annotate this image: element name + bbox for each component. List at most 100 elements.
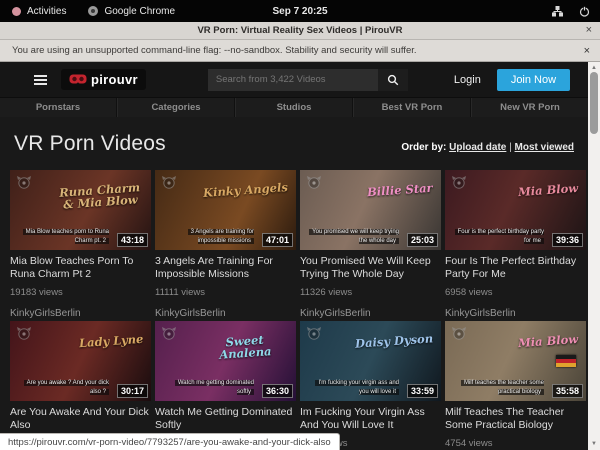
video-title-link[interactable]: Watch Me Getting Dominated Softly [155,406,296,431]
studio-link[interactable]: KinkyGirlsBerlin [155,308,296,319]
thumbnail-overlay-name: Mia Blow [517,182,578,198]
nav-item-best-vr-porn[interactable]: Best VR Porn [353,98,471,117]
search-icon [387,74,399,86]
thumbnail-caption: You promised we will keep trying the who… [306,228,399,246]
search-button[interactable] [378,69,408,91]
video-card: Sweet Analena Watch me getting dominated… [155,321,296,450]
vr-goggles-icon [69,74,87,85]
video-thumbnail[interactable]: Mia Blow Milf teaches the teacher some p… [445,321,586,401]
screen: Activities Google Chrome Sep 7 20:25 VR … [0,0,600,450]
main-content: VR Porn Videos Order by: Upload date | M… [0,117,588,450]
status-url-text: https://pirouvr.com/vr-porn-video/779325… [8,437,331,448]
video-thumbnail[interactable]: Mia Blow Four is the perfect birthday pa… [445,170,586,250]
duration-badge: 47:01 [262,233,293,247]
thumbnail-caption: Watch me getting dominated softly [161,379,254,397]
video-thumbnail[interactable]: Daisy Dyson I'm fucking your virgin ass … [300,321,441,401]
video-title-link[interactable]: Are You Awake And Your Dick Also [10,406,151,431]
view-count: 6958 views [445,287,586,298]
thumbnail-overlay-name: Mia Blow [517,333,578,349]
chrome-infobar: You are using an unsupported command-lin… [0,40,600,62]
duration-badge: 35:58 [552,384,583,398]
studio-link[interactable]: KinkyGirlsBerlin [445,308,586,319]
studio-logo-cat-mask-icon [16,175,32,194]
thumbnail-caption: Are you awake ? And your dick also ? [16,379,109,397]
view-count: 19183 views [10,287,151,298]
login-link[interactable]: Login [454,74,481,86]
nav-item-categories[interactable]: Categories [117,98,235,117]
video-title-link[interactable]: Im Fucking Your Virgin Ass And You Will … [300,406,441,431]
site-logo-text: pirouvr [91,72,138,87]
studio-logo-cat-mask-icon [161,175,177,194]
order-by-most-viewed-link[interactable]: Most viewed [515,142,574,153]
video-card: Lady Lyne Are you awake ? And your dick … [10,321,151,450]
order-by-upload-date-link[interactable]: Upload date [449,142,506,153]
video-thumbnail[interactable]: Sweet Analena Watch me getting dominated… [155,321,296,401]
video-thumbnail[interactable]: Billie Star You promised we will keep tr… [300,170,441,250]
thumbnail-overlay-name: Sweet Analena [201,332,288,362]
view-count: 4754 views [445,438,586,449]
video-card: Daisy Dyson I'm fucking your virgin ass … [300,321,441,450]
nav-item-studios[interactable]: Studios [235,98,353,117]
infobar-message: You are using an unsupported command-lin… [12,45,417,56]
thumbnail-caption: I'm fucking your virgin ass and you will… [306,379,399,397]
video-title-link[interactable]: Mia Blow Teaches Porn To Runa Charm Pt 2 [10,255,151,280]
main-nav: Pornstars Categories Studios Best VR Por… [0,97,588,117]
video-title-link[interactable]: Milf Teaches The Teacher Some Practical … [445,406,586,431]
scrollbar-thumb[interactable] [590,72,598,134]
duration-badge: 36:30 [262,384,293,398]
video-thumbnail[interactable]: Kinky Angels 3 Angels are training for i… [155,170,296,250]
browser-tab-bar: VR Porn: Virtual Reality Sex Videos | Pi… [0,22,600,40]
site-header: pirouvr Login Join Now [0,62,588,97]
nav-item-pornstars[interactable]: Pornstars [0,98,117,117]
video-title-link[interactable]: Four Is The Perfect Birthday Party For M… [445,255,586,280]
studio-logo-cat-mask-icon [451,175,467,194]
video-card: Kinky Angels 3 Angels are training for i… [155,170,296,319]
video-card: Mia Blow Milf teaches the teacher some p… [445,321,586,450]
thumbnail-overlay-name: Runa Charm & Mia Blow [56,181,143,211]
nav-item-new-vr-porn[interactable]: New VR Porn [471,98,588,117]
page-title: VR Porn Videos [14,132,166,156]
studio-link[interactable]: KinkyGirlsBerlin [10,308,151,319]
video-thumbnail[interactable]: Runa Charm & Mia Blow Mia Blow teaches p… [10,170,151,250]
power-icon[interactable] [579,6,590,17]
thumbnail-caption: Milf teaches the teacher some practical … [451,379,544,397]
duration-badge: 33:59 [407,384,438,398]
view-count: 11326 views [300,287,441,298]
browser-scrollbar[interactable]: ▲ ▼ [588,62,600,450]
video-thumbnail[interactable]: Lady Lyne Are you awake ? And your dick … [10,321,151,401]
scrollbar-down-arrow-icon[interactable]: ▼ [588,438,600,450]
video-title-link[interactable]: You Promised We Will Keep Trying The Who… [300,255,441,280]
duration-badge: 30:17 [117,384,148,398]
system-top-bar: Activities Google Chrome Sep 7 20:25 [0,0,600,22]
duration-badge: 25:03 [407,233,438,247]
video-card: Runa Charm & Mia Blow Mia Blow teaches p… [10,170,151,319]
german-flag-icon [556,355,576,367]
video-card: Mia Blow Four is the perfect birthday pa… [445,170,586,319]
view-count: 11111 views [155,287,296,298]
thumbnail-overlay-name: Lady Lyne [78,333,143,350]
order-by-label: Order by: [401,142,446,153]
studio-link[interactable]: KinkyGirlsBerlin [300,308,441,319]
network-icon[interactable] [552,6,563,17]
menu-hamburger-icon[interactable] [34,75,47,85]
duration-badge: 43:18 [117,233,148,247]
search-input[interactable] [208,69,378,91]
tab-title[interactable]: VR Porn: Virtual Reality Sex Videos | Pi… [197,25,402,36]
infobar-close-icon[interactable]: × [584,45,590,57]
join-now-button[interactable]: Join Now [497,69,570,91]
tab-close-icon[interactable]: × [586,24,592,36]
thumbnail-overlay-name: Daisy Dyson [355,332,434,349]
studio-logo-cat-mask-icon [451,326,467,345]
video-title-link[interactable]: 3 Angels Are Training For Impossible Mis… [155,255,296,280]
duration-badge: 39:36 [552,233,583,247]
order-by: Order by: Upload date | Most viewed [401,142,574,156]
thumbnail-overlay-name: Kinky Angels [203,181,289,199]
thumbnail-caption: Mia Blow teaches porn to Runa Charm pt. … [16,228,109,246]
studio-logo-cat-mask-icon [161,326,177,345]
status-url-bubble: https://pirouvr.com/vr-porn-video/779325… [0,433,340,450]
thumbnail-overlay-name: Billie Star [367,182,433,199]
video-card: Billie Star You promised we will keep tr… [300,170,441,319]
thumbnail-caption: Four is the perfect birthday party for m… [451,228,544,246]
site-logo[interactable]: pirouvr [61,69,146,90]
clock[interactable]: Sep 7 20:25 [0,6,600,17]
